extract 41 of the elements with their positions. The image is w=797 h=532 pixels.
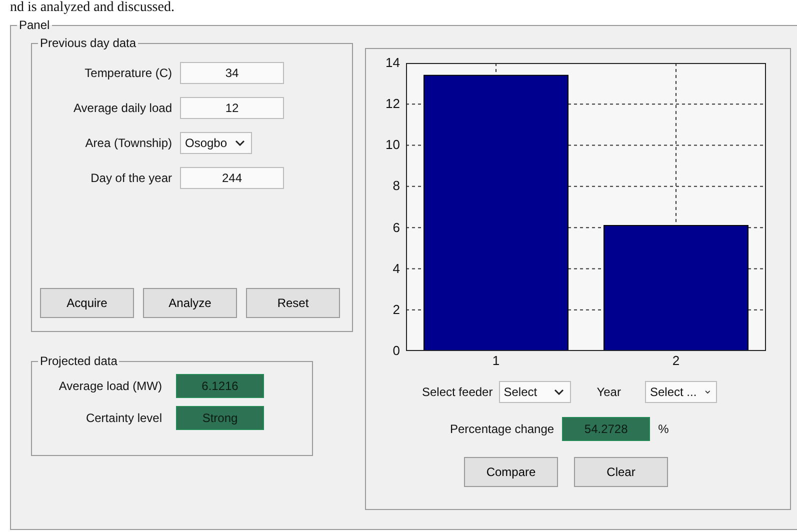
axis-tick-label: 2 [671,353,681,368]
action-button[interactable]: Reset [246,288,340,318]
chevron-icon [235,140,245,146]
group-title: Projected data [39,354,118,368]
action-button[interactable]: Clear [574,457,668,487]
field-label: Year [596,385,621,399]
document-text: nd is analyzed and discussed. [9,0,176,17]
action-button[interactable]: Analyze [143,288,237,318]
output-label: Percentage change [450,422,554,436]
axis-tick-label: 0 [392,343,400,358]
axis-tick-label: 10 [386,137,400,152]
field-label: Day of the year [90,171,172,185]
axis-tick-label: 4 [392,260,400,276]
axis-tick-label: 14 [386,55,400,70]
unit-label: % [658,422,669,436]
field-label: Area (Township) [84,136,172,150]
input-field[interactable]: 12 [180,97,284,119]
output-label: Average load (MW) [58,379,162,393]
input-field[interactable]: 34 [180,62,284,84]
group-title: Previous day data [39,36,138,50]
axis-tick-label: 8 [392,178,400,194]
output-value: 6.1216 [176,374,264,398]
field-label: Average daily load [72,101,172,115]
axis-tick-label: 1 [491,353,501,368]
field-label: Temperature (C) [84,66,172,80]
input-field[interactable]: 244 [180,167,284,189]
output-value: Strong [176,406,264,430]
dropdown[interactable]: Select ... [644,381,717,403]
action-button[interactable]: Compare [464,457,558,487]
dropdown[interactable]: Select [498,381,571,403]
axis-tick-label: 12 [386,96,400,112]
dropdown[interactable]: Osogbo [180,132,252,154]
field-label: Select feeder [422,385,493,399]
chevron-icon [704,389,710,395]
panel-title: Panel [18,18,51,32]
action-button[interactable]: Acquire [40,288,134,318]
output-value: 54.2728 [562,417,650,441]
output-label: Certainty level [84,411,162,425]
chevron-icon [554,389,564,395]
axis-tick-label: 2 [392,302,400,317]
axis-tick-label: 6 [392,220,400,235]
